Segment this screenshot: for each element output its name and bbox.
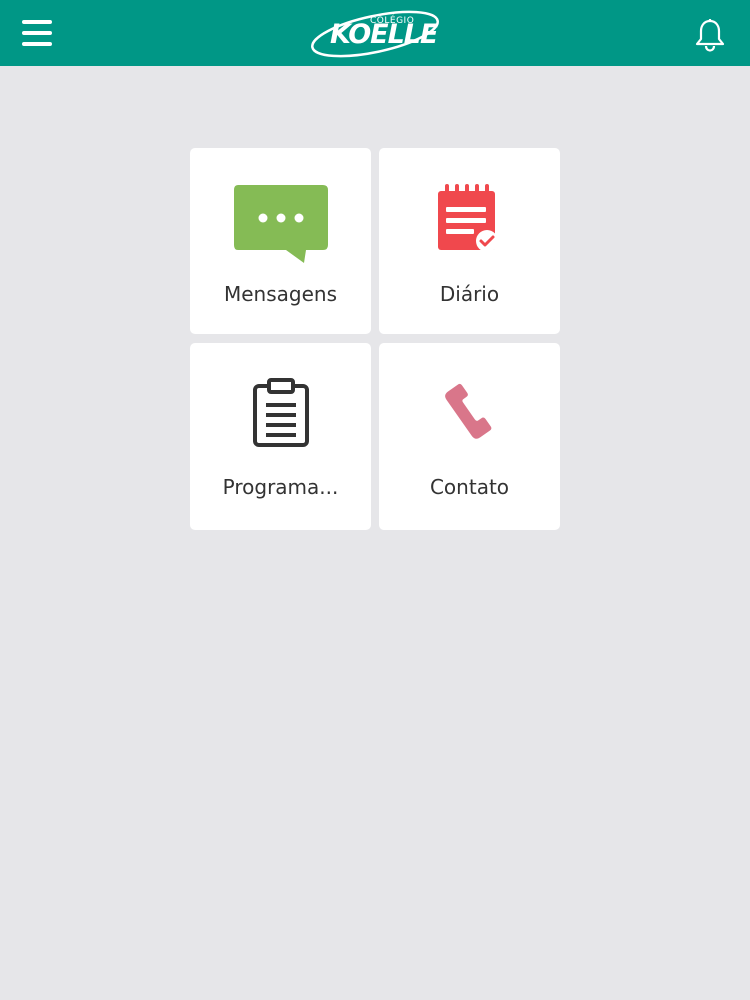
tile-label: Programa... xyxy=(222,475,339,499)
tile-label: Diário xyxy=(439,282,500,306)
tile-contato[interactable]: Contato xyxy=(379,343,560,530)
logo-title: KOELLE xyxy=(330,19,438,50)
tile-diario[interactable]: Diário xyxy=(379,148,560,334)
phone-icon xyxy=(379,343,560,473)
top-bar: COLÉGIO KOELLE xyxy=(0,0,750,66)
tile-label: Contato xyxy=(429,475,510,499)
koelle-logo: COLÉGIO KOELLE xyxy=(308,6,442,60)
tile-programa[interactable]: Programa... xyxy=(190,343,371,530)
notepad-check-icon xyxy=(379,148,560,278)
chat-bubble-icon xyxy=(190,148,371,278)
tile-mensagens[interactable]: Mensagens xyxy=(190,148,371,334)
bell-icon[interactable] xyxy=(694,18,726,52)
hamburger-menu-icon[interactable] xyxy=(22,19,52,47)
tile-label: Mensagens xyxy=(223,282,337,306)
clipboard-icon xyxy=(190,343,371,473)
